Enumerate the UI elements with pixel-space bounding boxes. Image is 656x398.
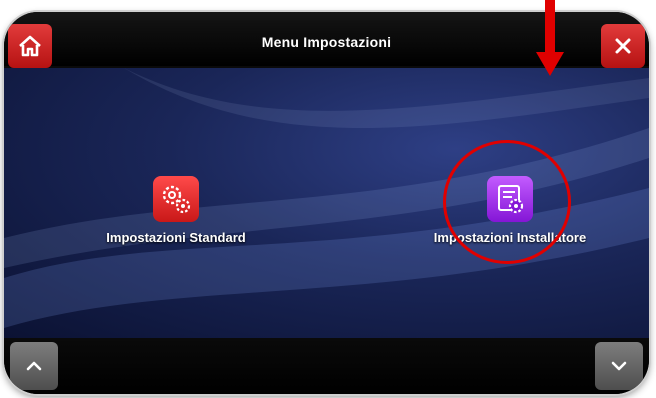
arrow-down-annotation bbox=[536, 0, 564, 76]
chevron-up-icon bbox=[26, 361, 42, 371]
scroll-down-button[interactable] bbox=[595, 342, 643, 390]
gears-icon bbox=[162, 185, 191, 214]
menu-item-label: Impostazioni Standard bbox=[106, 230, 246, 245]
scroll-up-button[interactable] bbox=[10, 342, 58, 390]
menu-item-standard-settings[interactable]: Impostazioni Standard bbox=[86, 176, 266, 245]
close-button[interactable] bbox=[601, 24, 645, 68]
close-icon bbox=[615, 38, 631, 54]
highlight-circle-annotation bbox=[443, 140, 571, 264]
page-title: Menu Impostazioni bbox=[261, 34, 392, 50]
home-button[interactable] bbox=[8, 24, 52, 68]
chevron-down-icon bbox=[611, 361, 627, 371]
bottom-bar bbox=[4, 338, 649, 394]
home-icon bbox=[19, 35, 41, 57]
standard-settings-tile bbox=[153, 176, 199, 222]
